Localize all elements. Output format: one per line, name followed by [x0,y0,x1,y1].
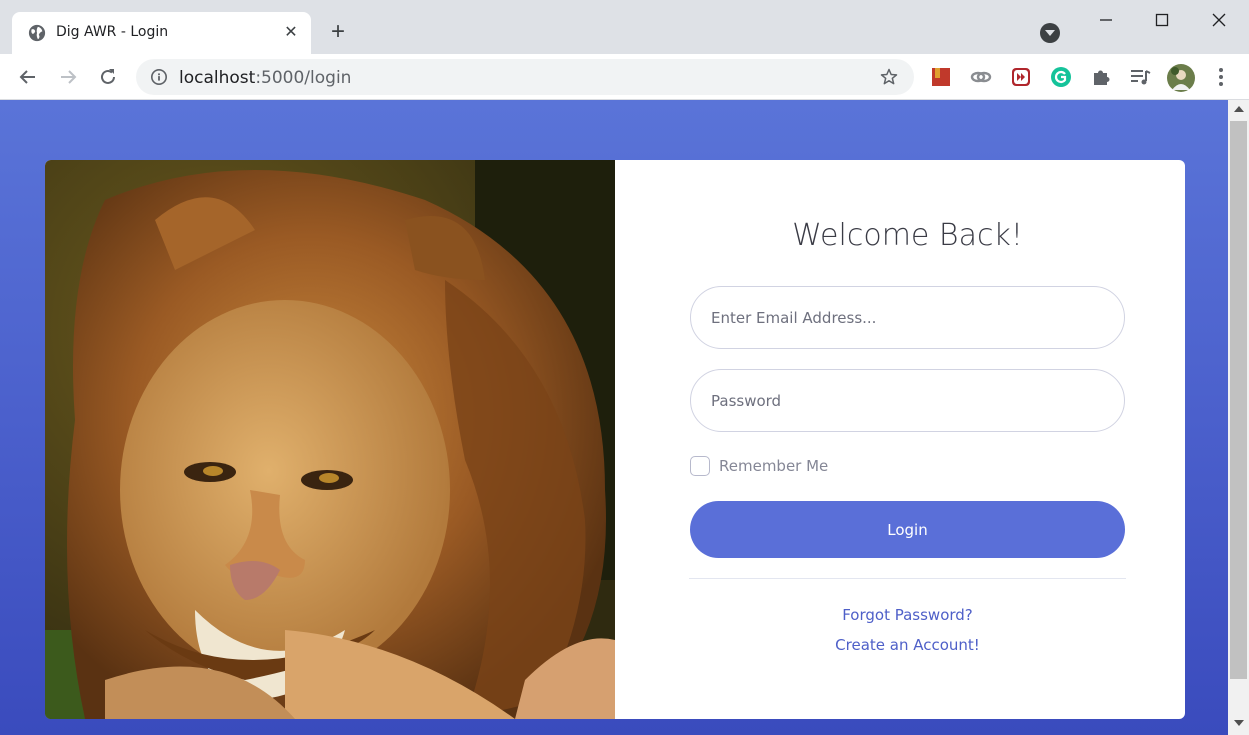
scroll-thumb[interactable] [1230,121,1247,679]
link-extension-icon[interactable] [970,66,992,88]
lion-image [45,160,615,719]
url-text[interactable]: localhost:5000/login [179,68,351,88]
email-input[interactable] [690,286,1125,349]
scroll-up-icon[interactable] [1234,106,1244,112]
tab-strip: Dig AWR - Login ✕ + [0,0,1249,54]
profile-avatar[interactable] [1167,64,1195,92]
url-host: localhost [179,68,256,88]
forward-icon[interactable] [56,65,80,89]
bookmark-extension-icon[interactable] [930,66,952,88]
remember-label[interactable]: Remember Me [719,457,828,475]
info-icon[interactable] [150,68,168,86]
browser-toolbar: localhost:5000/login [0,54,1249,100]
remember-me[interactable]: Remember Me [690,456,890,476]
new-tab-icon[interactable]: + [326,20,350,44]
maximize-icon[interactable] [1150,8,1174,32]
create-account-link[interactable]: Create an Account! [615,636,1185,654]
page-viewport: Welcome Back! Remember Me Login Forgot P… [0,100,1228,735]
divider [689,578,1126,579]
menu-icon[interactable] [1212,66,1230,88]
globe-icon [28,24,46,42]
scroll-down-icon[interactable] [1234,720,1244,726]
remember-checkbox[interactable] [690,456,710,476]
login-card: Welcome Back! Remember Me Login Forgot P… [45,160,1185,719]
scrollbar[interactable] [1228,100,1249,735]
login-button[interactable]: Login [690,501,1125,558]
grammarly-icon[interactable] [1050,66,1072,88]
media-extension-icon[interactable] [1010,66,1032,88]
forgot-password-link[interactable]: Forgot Password? [615,606,1185,624]
tab-search-icon[interactable] [1040,23,1060,43]
reload-icon[interactable] [96,65,120,89]
bookmark-star-icon[interactable] [879,67,899,87]
address-bar[interactable]: localhost:5000/login [136,59,914,95]
login-form: Welcome Back! Remember Me Login Forgot P… [615,160,1185,719]
minimize-icon[interactable] [1094,8,1118,32]
back-icon[interactable] [16,65,40,89]
tab-title: Dig AWR - Login [56,24,169,40]
reading-list-icon[interactable] [1129,66,1151,88]
browser-tab[interactable]: Dig AWR - Login ✕ [12,12,311,54]
close-tab-icon[interactable]: ✕ [282,24,300,42]
url-path: :5000/login [255,68,352,88]
page-title: Welcome Back! [792,218,1023,253]
close-window-icon[interactable] [1207,8,1231,32]
puzzle-icon[interactable] [1090,66,1112,88]
password-input[interactable] [690,369,1125,432]
